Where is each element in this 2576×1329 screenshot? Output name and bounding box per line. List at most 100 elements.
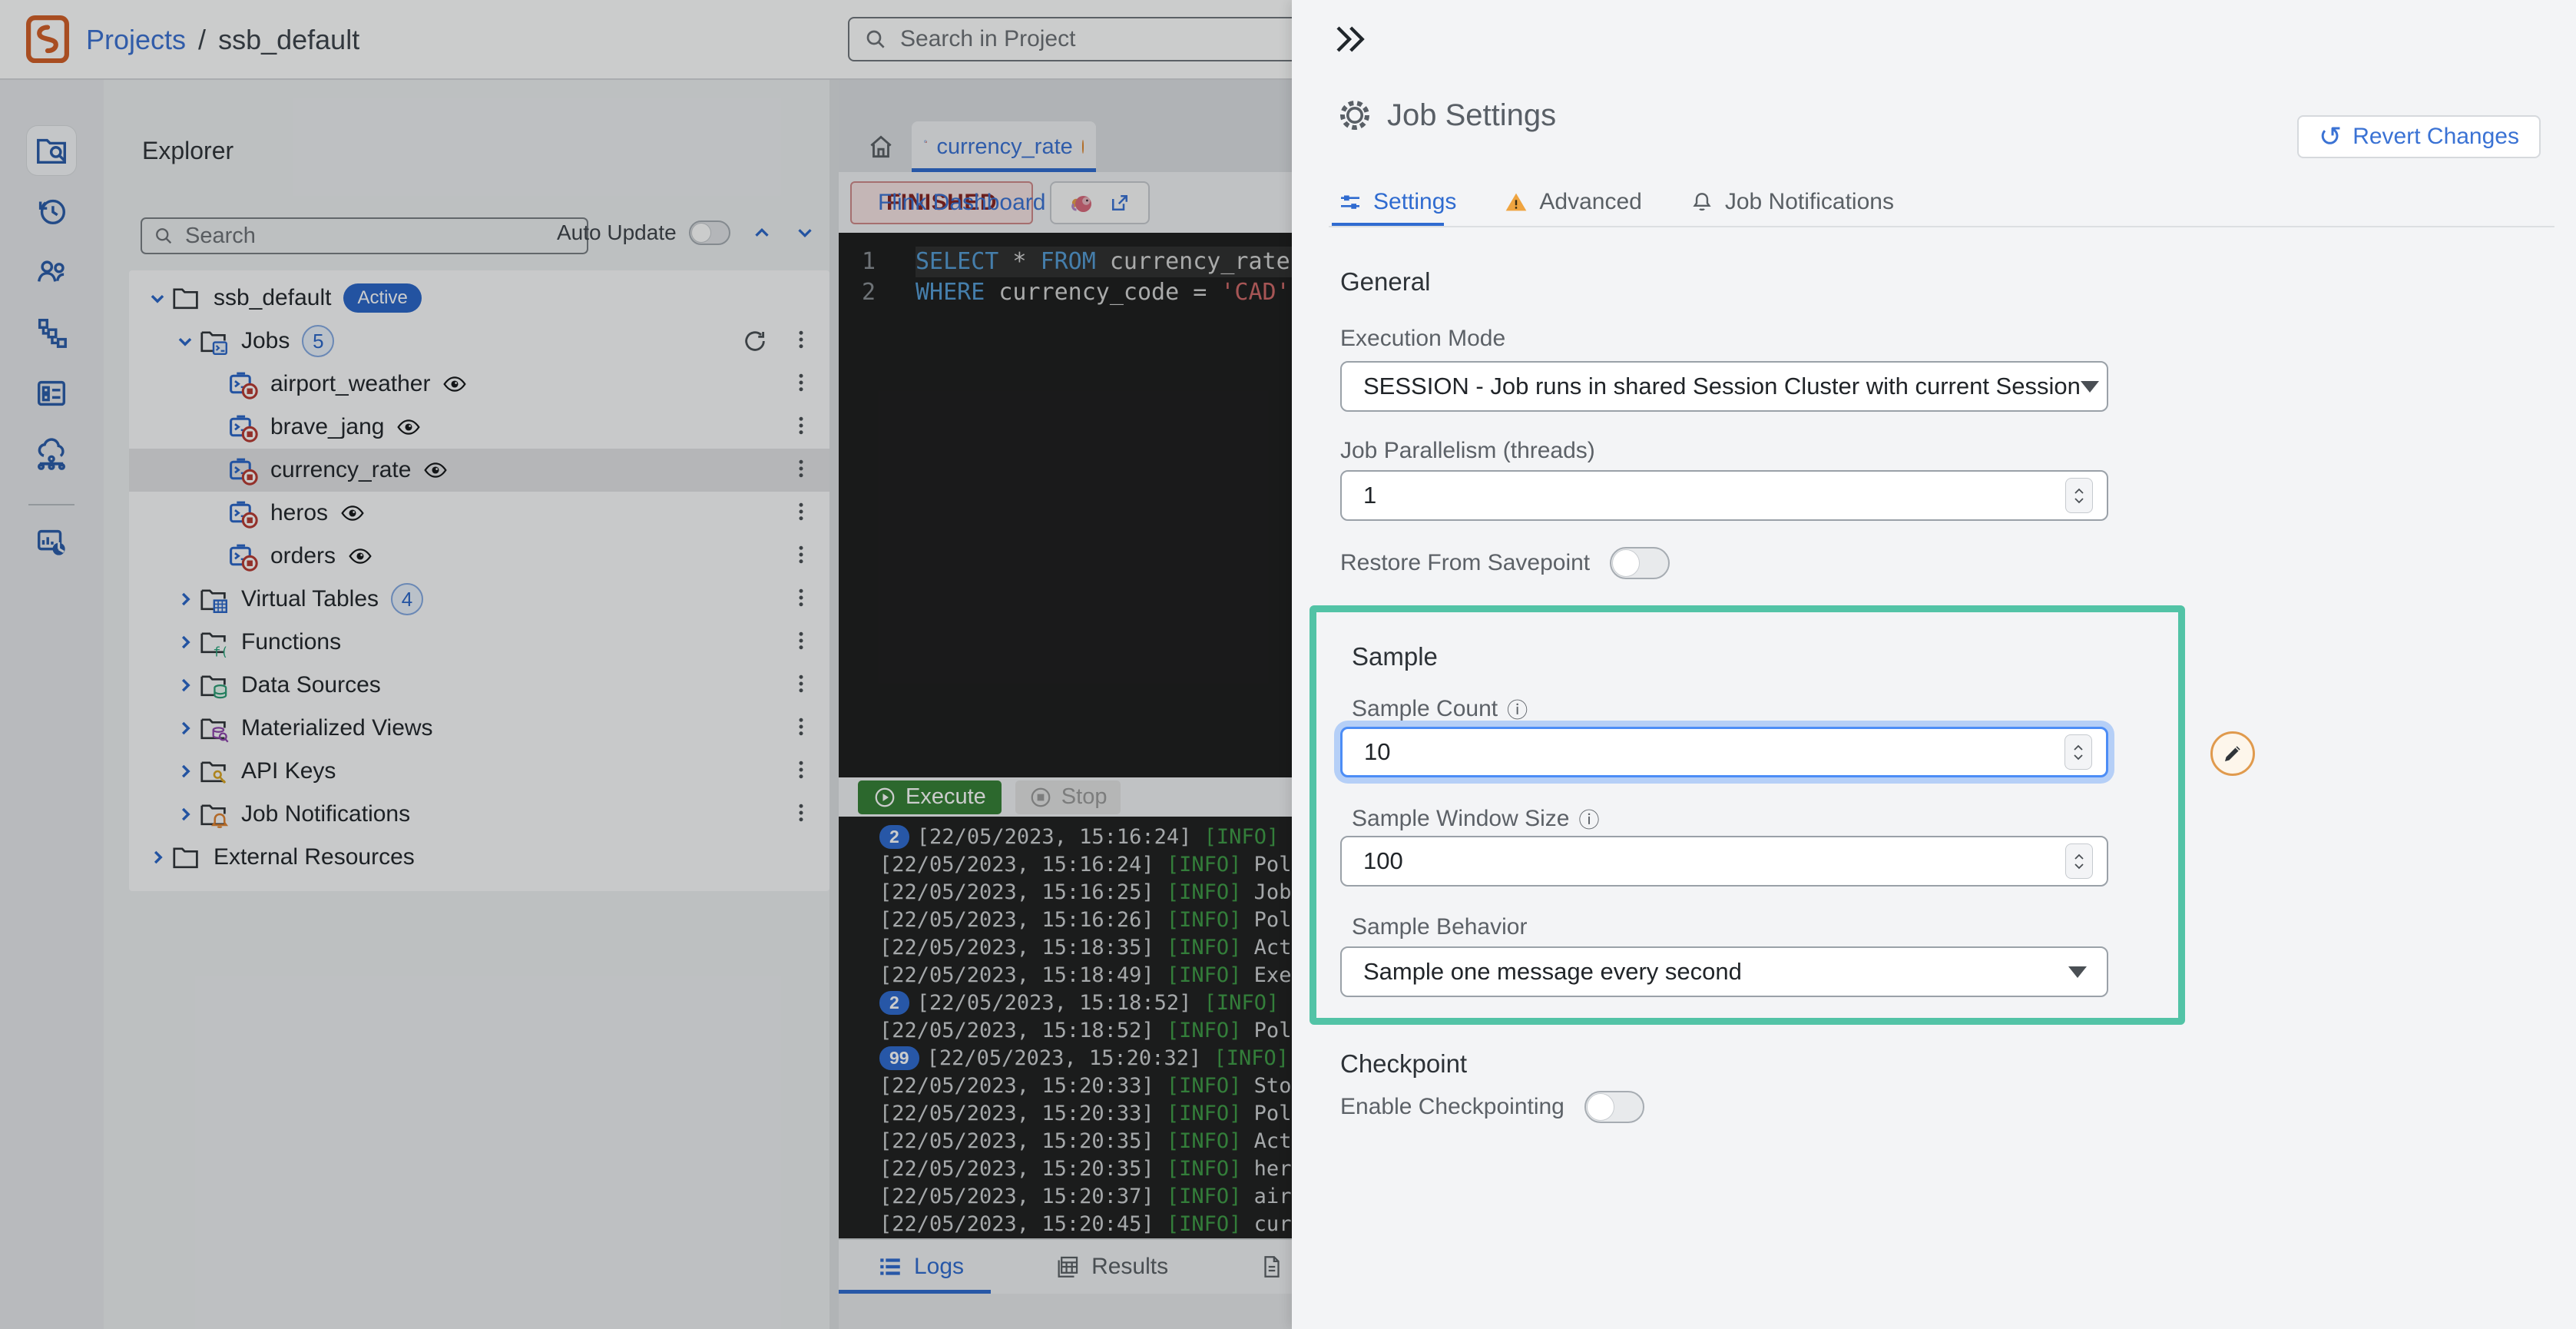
kebab-menu-icon[interactable] [790,328,813,354]
kebab-menu-icon[interactable] [790,629,813,655]
kebab-menu-icon[interactable] [790,457,813,483]
sample-count-input[interactable]: 10 [1340,727,2108,777]
log-level: [INFO] [1167,1212,1242,1236]
kebab-menu-icon[interactable] [790,715,813,741]
tab-logs[interactable]: Logs [877,1254,964,1280]
chevron-right-icon[interactable] [172,629,198,655]
job-parallelism-input[interactable]: 1 [1340,470,2108,521]
tree-item-data-sources[interactable]: Data Sources [129,664,829,707]
execute-button[interactable]: Execute [858,780,1002,814]
breadcrumb-projects-link[interactable]: Projects [86,24,186,56]
eye-icon[interactable] [396,415,421,439]
sample-behavior-select[interactable]: Sample one message every second [1340,946,2108,997]
logs-output[interactable]: 2[22/05/2023, 15:16:24] [INFO] cur[22/05… [829,817,1292,1238]
chevron-right-icon[interactable] [172,672,198,698]
sample-window-size-input[interactable]: 100 [1340,836,2108,887]
info-icon[interactable]: ⓘ [1507,694,1528,724]
rail-item-monitoring-icon[interactable] [27,518,76,567]
code-line: 2WHERE currency_code = 'CAD' [829,277,1292,308]
chevron-right-icon[interactable] [172,758,198,784]
tree-item-ssb-default[interactable]: ssb_defaultActive [129,277,829,320]
kebab-menu-icon[interactable] [790,414,813,440]
chevron-right-icon[interactable] [172,715,198,741]
kebab-menu-icon[interactable] [790,371,813,397]
number-stepper[interactable] [2065,478,2093,513]
tree-item-label: Functions [241,629,341,655]
kebab-menu-icon[interactable] [790,543,813,569]
collapse-panel-button[interactable] [1330,20,1369,58]
tree-item-brave-jang[interactable]: brave_jang [129,406,829,449]
tab-home[interactable] [850,121,912,172]
number-stepper[interactable] [2064,734,2092,770]
folder-db-icon [198,670,229,701]
restore-from-savepoint-toggle[interactable] [1610,547,1670,579]
eye-icon[interactable] [340,501,365,525]
explorer-search-input[interactable]: Search [141,217,588,254]
chevron-down-icon[interactable] [144,285,171,311]
tree-item-label: Materialized Views [241,715,433,741]
log-message: Polling [1241,1019,1292,1042]
tab-results[interactable]: Results [1055,1254,1168,1280]
rail-item-history-icon[interactable] [27,187,76,236]
refresh-icon[interactable] [742,328,768,354]
tab-currency-rate[interactable]: currency_rate [912,121,1096,172]
tree-item-external-resources[interactable]: External Resources [129,836,829,879]
tree-item-job-notifications[interactable]: Job Notifications [129,793,829,836]
eye-icon[interactable] [423,458,448,482]
rail-item-cloud-network-icon[interactable] [27,430,76,479]
chevron-right-icon[interactable] [172,801,198,827]
rail-item-lineage-icon[interactable] [27,308,76,357]
ssb-logo[interactable] [26,15,69,63]
eye-icon[interactable] [442,372,467,396]
kebab-menu-icon[interactable] [790,672,813,698]
number-stepper[interactable] [2065,843,2093,879]
search-in-project-placeholder: Search in Project [900,26,1075,52]
tree-item-orders[interactable]: orders [129,535,829,578]
rail-item-explorer-search-icon[interactable] [27,126,76,175]
explorer-title: Explorer [142,137,233,165]
rail-item-forms-icon[interactable] [27,369,76,418]
tree-item-jobs[interactable]: Jobs5 [129,320,829,363]
stop-button[interactable]: Stop [1015,780,1121,814]
log-count-badge: 99 [879,1046,919,1070]
explorer-panel: Explorer Search Auto Update [104,80,829,1329]
tab-events[interactable]: Events [1259,1254,1292,1280]
panel-splitter[interactable] [829,80,839,1329]
tab-settings[interactable]: Settings [1338,189,1456,215]
info-icon[interactable]: ⓘ [1578,804,1599,834]
editor-tabbar: currency_rate [829,80,1292,172]
flink-dashboard-button[interactable]: Flink Dashboard [1050,181,1150,224]
log-line: [22/05/2023, 15:16:26] [INFO] Polling [879,906,1292,933]
chevron-up-icon[interactable] [750,221,773,244]
folder-mv-icon [198,713,229,744]
kebab-menu-icon[interactable] [790,500,813,526]
log-message: Job sta [1241,880,1292,904]
kebab-menu-icon[interactable] [790,586,813,612]
tree-item-label: heros [270,500,328,526]
revert-changes-button[interactable]: ↺ Revert Changes [2297,115,2541,158]
sql-editor[interactable]: 1SELECT * FROM currency_rates_fak2WHERE … [829,233,1292,777]
rail-item-users-icon[interactable] [27,247,76,296]
folder-table-icon [198,584,229,615]
edit-sample-count-button[interactable] [2210,731,2255,776]
chevron-down-icon[interactable] [793,221,816,244]
tab-job-notifications[interactable]: Job Notifications [1690,189,1894,215]
tree-item-materialized-views[interactable]: Materialized Views [129,707,829,750]
auto-update-toggle[interactable] [689,220,730,245]
execution-mode-select[interactable]: SESSION - Job runs in shared Session Clu… [1340,361,2108,412]
tree-item-virtual-tables[interactable]: Virtual Tables4 [129,578,829,621]
tree-item-api-keys[interactable]: API Keys [129,750,829,793]
chevron-down-icon[interactable] [172,328,198,354]
eye-icon[interactable] [348,544,372,568]
kebab-menu-icon[interactable] [790,758,813,784]
search-in-project-input[interactable]: Search in Project [848,17,1309,61]
enable-checkpointing-toggle[interactable] [1584,1091,1644,1123]
chevron-right-icon[interactable] [144,844,171,870]
tree-item-functions[interactable]: f()Functions [129,621,829,664]
chevron-right-icon[interactable] [172,586,198,612]
tree-item-heros[interactable]: heros [129,492,829,535]
tab-advanced[interactable]: Advanced [1504,189,1641,215]
tree-item-currency-rate[interactable]: currency_rate [129,449,829,492]
kebab-menu-icon[interactable] [790,801,813,827]
tree-item-airport-weather[interactable]: airport_weather [129,363,829,406]
